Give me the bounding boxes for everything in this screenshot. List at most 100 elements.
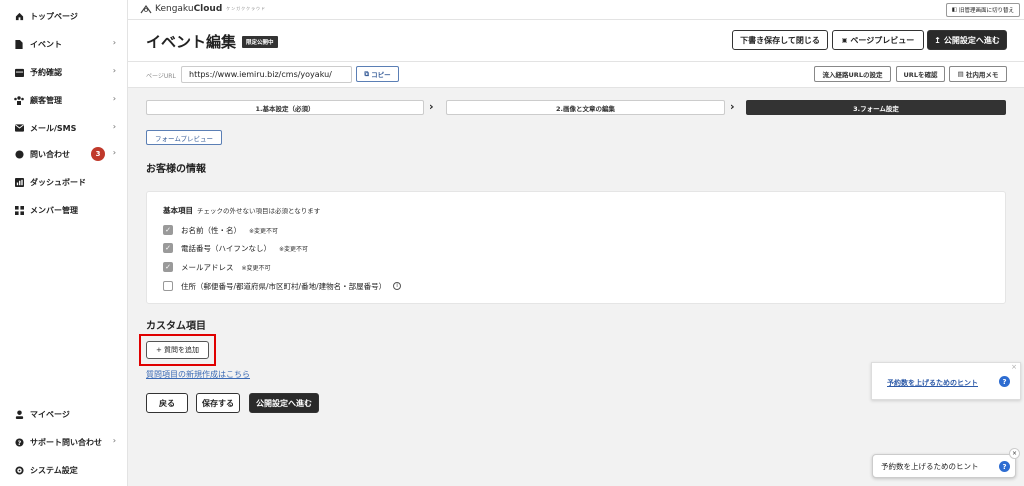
next-publish-button[interactable]: 公開設定へ進む: [249, 393, 319, 413]
question-icon: ?: [999, 376, 1010, 387]
sidebar-item-label: イベント: [30, 39, 62, 49]
switch-old-admin-button[interactable]: ◧ 旧管理画面に切り替え: [945, 3, 1020, 17]
sidebar-item-label: サポート問い合わせ: [30, 437, 102, 447]
next-publish-label: 公開設定へ進む: [256, 398, 312, 408]
hint-link[interactable]: 予約数を上げるためのヒント: [887, 378, 978, 388]
customer-info-title: お客様の情報: [146, 164, 206, 175]
inflow-url-label: 流入経路URLの設定: [822, 71, 883, 79]
field-note: ※変更不可: [279, 245, 309, 253]
field-note: ※変更不可: [241, 264, 271, 272]
basic-fields-heading: 基本項目 チェックの外せない項目は必須となります: [163, 205, 320, 216]
sidebar-item-label: システム設定: [30, 465, 78, 475]
field-label: お名前（性・名）: [181, 225, 241, 235]
step-basic-settings[interactable]: 1.基本設定（必須）: [146, 100, 424, 115]
topbar: Kengaku Cloud ケンガククラウド ◧ 旧管理画面に切り替え: [128, 0, 1024, 20]
sidebar-item-support[interactable]: ? サポート問い合わせ ›: [0, 432, 128, 452]
logo-icon: [140, 4, 152, 14]
sidebar-item-top[interactable]: トップページ: [0, 6, 128, 26]
switch-icon: ◧: [951, 7, 957, 13]
internal-memo-button[interactable]: ▤ 社内用メモ: [949, 66, 1007, 82]
page-preview-label: ページプレビュー: [850, 35, 915, 45]
sidebar-item-mypage[interactable]: マイページ: [0, 404, 128, 424]
check-url-button[interactable]: URLを確認: [896, 66, 945, 82]
field-note: ※変更不可: [249, 227, 279, 235]
sidebar-item-customers[interactable]: 顧客管理 ›: [0, 90, 128, 110]
checkbox-phone[interactable]: ✓: [163, 243, 173, 253]
basic-fields-card: 基本項目 チェックの外せない項目は必須となります ✓ お名前（性・名） ※変更不可…: [146, 191, 1006, 304]
step-label: 2.画像と文章の編集: [556, 104, 615, 113]
copy-url-button[interactable]: ⧉ コピー: [356, 66, 399, 82]
switch-label: 旧管理画面に切り替え: [958, 8, 1014, 14]
field-label: 住所（郵便番号/都道府県/市区町村/番地/建物名・部屋番号）: [181, 281, 387, 291]
chevron-right-icon: ›: [429, 100, 434, 113]
chat-icon: [14, 149, 24, 159]
page-header: イベント編集 限定公開中 下書き保存して閉じる ▣ ページプレビュー ↥ 公開設…: [128, 20, 1024, 62]
close-icon[interactable]: ×: [1011, 363, 1017, 371]
sidebar-item-label: トップページ: [30, 11, 78, 21]
chevron-right-icon: ›: [730, 100, 735, 113]
new-question-link[interactable]: 質問項目の新規作成はこちら: [146, 369, 250, 380]
home-icon: [14, 11, 24, 21]
person-icon: [14, 409, 24, 419]
url-bar: ページURL https://www.iemiru.biz/cms/yoyaku…: [128, 62, 1024, 88]
step-image-text[interactable]: 2.画像と文章の編集: [446, 100, 725, 115]
form-preview-button[interactable]: フォームプレビュー: [146, 130, 222, 145]
checkbox-address[interactable]: [163, 281, 173, 291]
sidebar-item-label: 顧客管理: [30, 95, 62, 105]
chart-icon: [14, 177, 24, 187]
notification-badge: 3: [91, 147, 105, 161]
save-button[interactable]: 保存する: [196, 393, 240, 413]
publish-settings-label: 公開設定へ進む: [943, 35, 1000, 45]
svg-text:?: ?: [17, 439, 21, 446]
hint-button-label: 予約数を上げるためのヒント: [881, 461, 979, 471]
back-label: 戻る: [159, 398, 175, 408]
sidebar-item-dashboard[interactable]: ダッシュボード: [0, 172, 128, 192]
basic-fields-title: 基本項目: [163, 206, 193, 215]
info-icon[interactable]: i: [393, 282, 402, 290]
sidebar: トップページ イベント › 予約確認 › 顧客管理 › メール/SMS › 問い…: [0, 0, 128, 486]
save-draft-close-button[interactable]: 下書き保存して閉じる: [732, 30, 828, 50]
sidebar-item-members[interactable]: メンバー管理: [0, 200, 128, 220]
field-label: メールアドレス: [181, 262, 234, 272]
back-button[interactable]: 戻る: [146, 393, 188, 413]
sidebar-item-mail[interactable]: メール/SMS ›: [0, 118, 128, 138]
close-icon[interactable]: ×: [1009, 448, 1020, 459]
add-question-button[interactable]: + 質問を追加: [146, 341, 209, 359]
checkbox-email[interactable]: ✓: [163, 262, 173, 272]
status-badge: 限定公開中: [242, 36, 278, 48]
sidebar-item-settings[interactable]: システム設定: [0, 460, 128, 480]
field-row-address: 住所（郵便番号/都道府県/市区町村/番地/建物名・部屋番号） i: [163, 280, 402, 292]
publish-settings-button[interactable]: ↥ 公開設定へ進む: [927, 30, 1007, 50]
internal-memo-label: 社内用メモ: [965, 71, 999, 79]
sidebar-item-label: マイページ: [30, 409, 70, 419]
question-icon: ?: [999, 461, 1010, 472]
preview-icon: ▣: [841, 36, 848, 44]
sidebar-item-label: メンバー管理: [30, 205, 78, 215]
sidebar-item-label: 問い合わせ: [30, 149, 70, 159]
grid-icon: [14, 205, 24, 215]
hint-button[interactable]: 予約数を上げるためのヒント ? ×: [872, 448, 1020, 478]
step-label: 3.フォーム設定: [853, 104, 899, 113]
chevron-right-icon: ›: [112, 148, 116, 157]
logo-text: Kengaku: [155, 4, 194, 14]
sidebar-item-inquiry[interactable]: 問い合わせ 3 ›: [0, 144, 128, 164]
check-url-label: URLを確認: [903, 71, 938, 79]
mail-icon: [14, 123, 24, 133]
calendar-icon: [14, 67, 24, 77]
inflow-url-button[interactable]: 流入経路URLの設定: [814, 66, 891, 82]
copy-icon: ⧉: [364, 69, 370, 78]
sidebar-item-event[interactable]: イベント ›: [0, 34, 128, 54]
sidebar-item-reservation[interactable]: 予約確認 ›: [0, 62, 128, 82]
chevron-right-icon: ›: [112, 66, 116, 75]
app-logo: Kengaku Cloud ケンガククラウド: [140, 4, 266, 14]
checkbox-name[interactable]: ✓: [163, 225, 173, 235]
page-preview-button[interactable]: ▣ ページプレビュー: [832, 30, 924, 50]
arrow-up-icon: ↥: [934, 35, 941, 45]
add-question-label: + 質問を追加: [155, 346, 200, 354]
page-url-field[interactable]: https://www.iemiru.biz/cms/yoyaku/: [181, 66, 352, 83]
url-label: ページURL: [146, 73, 176, 80]
chevron-right-icon: ›: [112, 122, 116, 131]
step-form-settings[interactable]: 3.フォーム設定: [746, 100, 1006, 115]
chevron-right-icon: ›: [112, 38, 116, 47]
logo-subtext: ケンガククラウド: [226, 6, 267, 11]
